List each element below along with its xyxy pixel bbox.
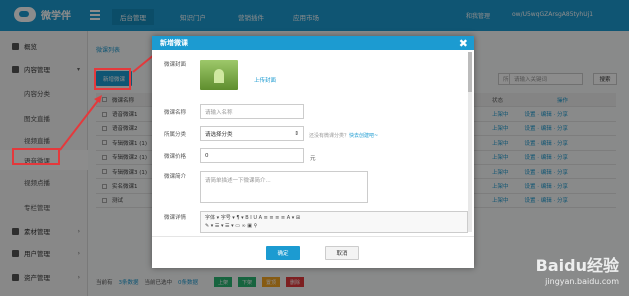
price-input[interactable]: 0 [200,148,304,163]
detail-label: 微课详情 [164,215,187,221]
dialog-title: 新增微课 [152,36,474,50]
close-icon[interactable]: ✖ [459,37,468,50]
cover-thumbnail [200,60,238,90]
dialog-footer: 确定 取消 [152,236,474,268]
select-arrow-icon: ⇕ [294,130,299,137]
add-course-dialog: 新增微课 ✖ 微课封面 上传封面 微课名称 请输入名称 所属分类 请选择分类 ⇕ … [152,36,474,268]
rich-text-toolbar[interactable]: 字体 ▾ 字号 ▾ ¶ ▾ B I U A ≡ ≡ ≡ ≡ A ▾ ⊞ ✎ ▾ … [200,211,468,233]
name-input[interactable]: 请输入名称 [200,104,304,119]
upload-cover-link[interactable]: 上传封面 [254,76,276,84]
category-hint: 还没有微课分类？快去创建吧~ [309,133,379,139]
dialog-scrollbar[interactable] [468,52,472,232]
confirm-button[interactable]: 确定 [266,246,300,260]
name-label: 微课名称 [164,110,187,116]
cancel-button[interactable]: 取消 [325,246,359,260]
price-label: 微课价格 [164,154,187,160]
watermark: Baidu经验 jingyan.baidu.com [535,256,619,287]
create-category-link[interactable]: 快去创建吧~ [349,133,378,139]
intro-label: 微课简介 [164,174,187,180]
intro-textarea[interactable]: 请简单描述一下微课简介... [200,171,368,203]
price-unit: 元 [310,156,316,162]
cover-label: 微课封面 [164,62,187,68]
category-select[interactable]: 请选择分类 ⇕ [200,126,304,141]
category-label: 所属分类 [164,132,187,138]
